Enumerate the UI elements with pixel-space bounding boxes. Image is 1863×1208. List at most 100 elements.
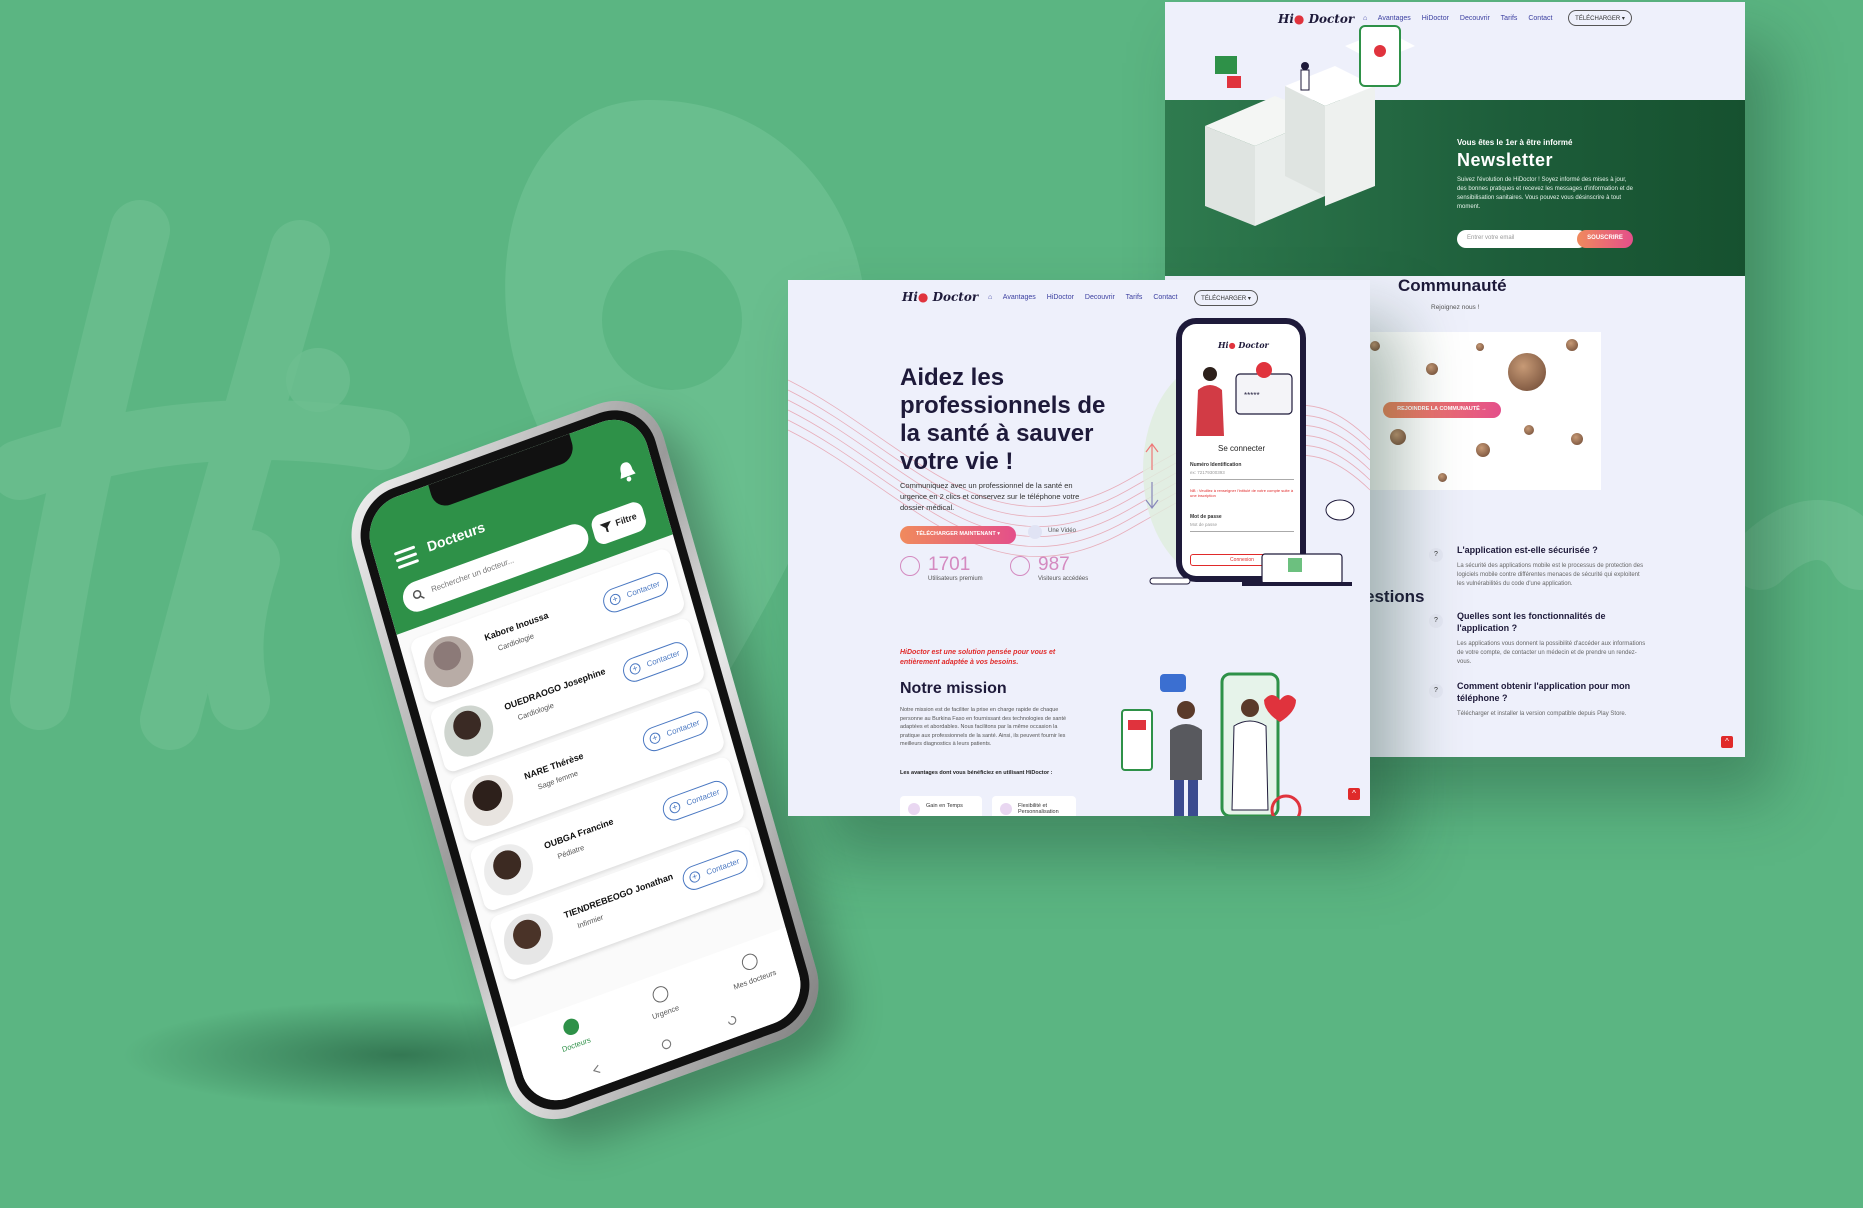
mission-title: Notre mission [900, 680, 1007, 697]
stat-label: Visiteurs accédées [1038, 576, 1089, 582]
newsletter-subtitle: Vous êtes le 1er à être informé [1457, 138, 1573, 147]
hero-description: Communiquez avec un professionnel de la … [900, 481, 1080, 512]
doctor-specialty: Infirmier [576, 912, 605, 931]
contact-button[interactable]: + Contacter [640, 708, 711, 755]
stat-value: 987 [1038, 554, 1070, 575]
mission-lead: HiDoctor est une solution pensée pour vo… [900, 649, 1056, 666]
home-icon[interactable]: ⌂ [988, 294, 992, 301]
filter-button[interactable]: Filtre [589, 499, 649, 547]
badge-icon [1010, 556, 1030, 576]
mission-advantages-label: Les avantages dont vous bénéficiez en ut… [900, 770, 1053, 776]
plus-icon: + [688, 869, 702, 885]
nav-link[interactable]: Contact [1528, 15, 1552, 22]
doctor-avatar [438, 698, 500, 764]
nav-link[interactable]: HiDoctor [1047, 294, 1074, 301]
bell-icon[interactable] [615, 458, 638, 485]
member-avatar [1523, 424, 1535, 436]
member-avatar [1570, 432, 1584, 446]
newsletter-text: Suivez l'évolution de HiDoctor ! Soyez i… [1457, 177, 1633, 210]
plus-icon: + [648, 731, 662, 746]
member-avatar [1475, 442, 1491, 458]
mission-text: Notre mission est de faciliter la prise … [900, 707, 1067, 747]
phone-screen: Docteurs Rechercher un docteur... Filtre [360, 409, 810, 1111]
faq-answer: La sécurité des applications mobile est … [1457, 563, 1644, 587]
medical-props-illustration [1145, 443, 1355, 586]
user-icon [900, 556, 920, 576]
nav-link[interactable]: HiDoctor [1422, 15, 1449, 22]
plus-icon: + [608, 592, 622, 607]
doctor-avatar [458, 767, 520, 834]
member-avatar [1369, 340, 1381, 352]
doctor-name: OUEDRAOGO Josephine [503, 665, 607, 713]
contact-button[interactable]: + Contacter [679, 846, 751, 894]
member-avatar [1425, 362, 1439, 376]
menu-icon[interactable] [393, 545, 420, 570]
faq-icon: ? [1429, 548, 1443, 562]
faq-answer: Télécharger et installer la version comp… [1457, 711, 1627, 717]
isometric-hospital-illustration [1205, 25, 1415, 226]
list-icon [561, 1016, 581, 1038]
member-avatar [1437, 472, 1448, 483]
faq-icon: ? [1429, 684, 1443, 698]
download-button[interactable]: TÉLÉCHARGER ▾ [1194, 290, 1258, 306]
website-mockup-hero: Hi● Doctor ⌂ Avantages HiDoctor Decouvri… [788, 280, 1370, 816]
faq-question: Quelles sont les fonctionnalités de l'ap… [1457, 611, 1606, 633]
newsletter-title: Newsletter [1457, 150, 1554, 170]
nav-tab-mes-docteurs[interactable]: Mes docteurs [710, 940, 794, 997]
doctor-specialty: Pédiatre [556, 842, 586, 861]
settings-icon [1000, 803, 1012, 815]
app-title: Docteurs [425, 518, 487, 555]
doctor-avatar [478, 837, 539, 903]
nav-tab-urgence[interactable]: Urgence [621, 973, 705, 1030]
plus-icon: + [628, 661, 642, 677]
heart-icon [740, 951, 760, 973]
video-link[interactable]: Une Vidéo [1028, 525, 1076, 539]
search-icon [412, 589, 425, 599]
member-avatar [1507, 352, 1547, 392]
member-avatar [1565, 338, 1579, 352]
faq-question: L'application est-elle sécurisée ? [1457, 545, 1598, 555]
nav-link[interactable]: Contact [1153, 294, 1177, 301]
community-subtitle: Rejoignez nous ! [1431, 304, 1480, 311]
download-button[interactable]: TÉLÉCHARGER ▾ [1568, 10, 1632, 26]
hero-title: Aidez les professionnels de la santé à s… [900, 364, 1106, 475]
nav-link[interactable]: Avantages [1003, 294, 1036, 301]
download-now-button[interactable]: TÉLÉCHARGER MAINTENANT ▾ [900, 526, 1016, 544]
newsletter-email-input[interactable]: Entrer votre email [1457, 230, 1587, 248]
faq-item[interactable]: ? Quelles sont les fonctionnalités de l'… [1429, 610, 1647, 667]
doctor-avatar [418, 628, 480, 695]
join-community-button[interactable]: REJOINDRE LA COMMUNAUTÉ → [1383, 402, 1501, 418]
contact-button[interactable]: + Contacter [660, 777, 731, 824]
play-icon [1028, 525, 1042, 539]
search-placeholder: Rechercher un docteur... [430, 555, 515, 595]
contact-button[interactable]: + Contacter [620, 638, 691, 686]
contact-button[interactable]: + Contacter [600, 569, 671, 616]
nav-link[interactable]: Tarifs [1126, 294, 1143, 301]
scroll-to-top-button[interactable]: ^ [1348, 788, 1360, 800]
doctor-avatar [498, 906, 559, 972]
scroll-to-top-button[interactable]: ^ [1721, 736, 1733, 748]
plus-icon: + [668, 800, 682, 815]
subscribe-button[interactable]: SOUSCRIRE [1577, 230, 1633, 248]
faq-item[interactable]: ? L'application est-elle sécurisée ? La … [1429, 544, 1647, 589]
nav-link[interactable]: Decouvrir [1460, 15, 1490, 22]
stat-label: Utilisateurs premium [928, 576, 983, 582]
advantage-card: Gain en Temps [900, 796, 982, 816]
filter-icon [599, 520, 611, 533]
nav-link[interactable]: Tarifs [1501, 15, 1518, 22]
nav-tab-docteurs[interactable]: Docteurs [531, 1005, 615, 1062]
svg-text:*****: ***** [1244, 391, 1260, 400]
stat-value: 1701 [928, 554, 971, 575]
advantage-card: Flexibilité et Personnalisation [992, 796, 1076, 816]
star-icon [908, 803, 920, 815]
navbar: Hi● Doctor ⌂ Avantages HiDoctor Decouvri… [788, 280, 1370, 318]
faq-question: Comment obtenir l'application pour mon t… [1457, 681, 1631, 703]
nav-link[interactable]: Decouvrir [1085, 294, 1115, 301]
brand-logo: Hi● Doctor [1218, 340, 1269, 350]
faq-item[interactable]: ? Comment obtenir l'application pour mon… [1429, 680, 1647, 719]
filter-label: Filtre [614, 510, 638, 529]
location-pin-icon [650, 983, 671, 1005]
member-avatar [1475, 342, 1485, 352]
brand-logo[interactable]: Hi● Doctor [902, 290, 978, 304]
faq-answer: Les applications vous donnent la possibi… [1457, 641, 1646, 665]
